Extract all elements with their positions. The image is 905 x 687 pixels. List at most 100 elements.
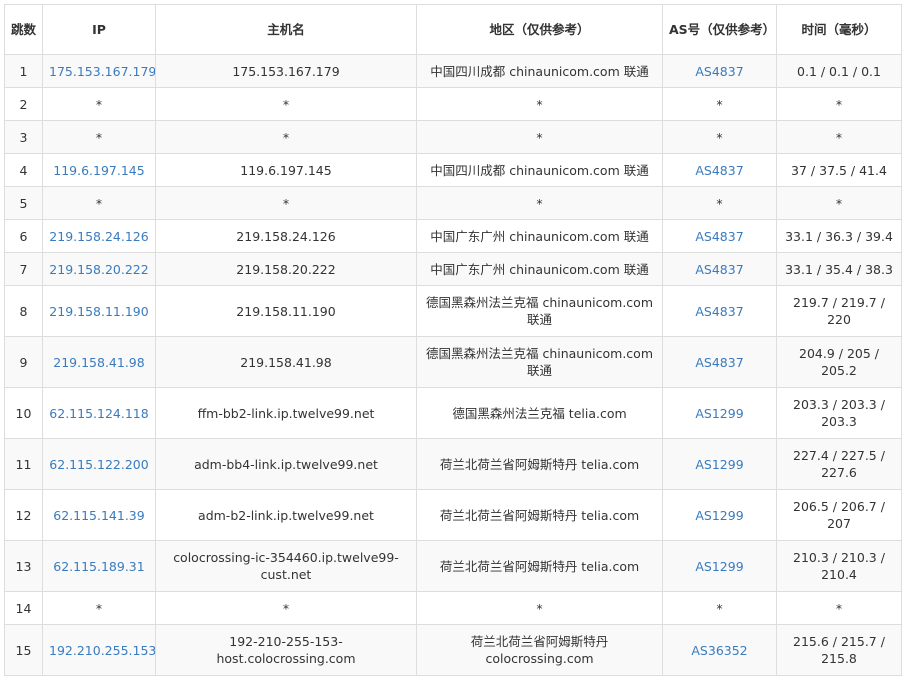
hostname-cell: * (155, 591, 417, 625)
header-time: 时间（毫秒） (776, 4, 902, 55)
region-cell: * (416, 120, 663, 154)
hostname-cell: adm-b2-link.ip.twelve99.net (155, 489, 417, 541)
as-cell: * (662, 87, 777, 121)
table-row: 12 62.115.141.39 adm-b2-link.ip.twelve99.n… (4, 489, 902, 541)
as-cell[interactable]: AS1299 (662, 489, 777, 541)
hop-cell: 9 (4, 336, 43, 388)
ip-cell[interactable]: 62.115.122.200 (42, 438, 156, 490)
hop-cell: 11 (4, 438, 43, 490)
hostname-cell: * (155, 186, 417, 220)
ip-cell[interactable]: 119.6.197.145 (42, 153, 156, 187)
hostname-cell: 219.158.24.126 (155, 219, 417, 253)
hostname-cell: 219.158.41.98 (155, 336, 417, 388)
ip-cell: * (42, 186, 156, 220)
table-row: 1 175.153.167.179 175.153.167.179 中国四川成都 ch… (4, 54, 902, 88)
region-cell: 荷兰北荷兰省阿姆斯特丹 telia.com (416, 540, 663, 592)
ip-cell[interactable]: 219.158.20.222 (42, 252, 156, 286)
header-as: AS号（仅供参考） (662, 4, 777, 55)
region-cell: 德国黑森州法兰克福 chinaunicom.com 联通 (416, 336, 663, 388)
hop-cell: 6 (4, 219, 43, 253)
time-cell: 227.4 / 227.5 / 227.6 (776, 438, 902, 490)
ip-cell: * (42, 87, 156, 121)
hostname-cell: 175.153.167.179 (155, 54, 417, 88)
hostname-cell: ffm-bb2-link.ip.twelve99.net (155, 387, 417, 439)
hop-cell: 15 (4, 624, 43, 676)
as-cell[interactable]: AS1299 (662, 540, 777, 592)
as-cell[interactable]: AS4837 (662, 54, 777, 88)
time-cell: * (776, 186, 902, 220)
region-cell: * (416, 186, 663, 220)
hostname-cell: adm-bb4-link.ip.twelve99.net (155, 438, 417, 490)
region-cell: 中国四川成都 chinaunicom.com 联通 (416, 153, 663, 187)
time-cell: 210.3 / 210.3 / 210.4 (776, 540, 902, 592)
table-row: 4 119.6.197.145 119.6.197.145 中国四川成都 chinau… (4, 153, 902, 187)
ip-cell[interactable]: 62.115.141.39 (42, 489, 156, 541)
hostname-cell: 192-210-255-153-host.colocrossing.com (155, 624, 417, 676)
region-cell: 荷兰北荷兰省阿姆斯特丹 telia.com (416, 438, 663, 490)
as-cell[interactable]: AS4837 (662, 252, 777, 286)
ip-cell[interactable]: 219.158.24.126 (42, 219, 156, 253)
hop-cell: 1 (4, 54, 43, 88)
time-cell: 203.3 / 203.3 / 203.3 (776, 387, 902, 439)
time-cell: 0.1 / 0.1 / 0.1 (776, 54, 902, 88)
region-cell: 荷兰北荷兰省阿姆斯特丹 colocrossing.com (416, 624, 663, 676)
table-row: 7 219.158.20.222 219.158.20.222 中国广东广州 chin… (4, 252, 902, 286)
ip-cell[interactable]: 62.115.189.31 (42, 540, 156, 592)
header-row: 跳数 IP 主机名 地区（仅供参考） AS号（仅供参考） 时间（毫秒） (4, 4, 902, 55)
table-body: 1 175.153.167.179 175.153.167.179 中国四川成都 ch… (4, 54, 902, 676)
as-cell[interactable]: AS1299 (662, 438, 777, 490)
hostname-cell: * (155, 87, 417, 121)
as-cell[interactable]: AS4837 (662, 336, 777, 388)
time-cell: 206.5 / 206.7 / 207 (776, 489, 902, 541)
time-cell: * (776, 120, 902, 154)
ip-cell: * (42, 591, 156, 625)
ip-cell[interactable]: 175.153.167.179 (42, 54, 156, 88)
time-cell: 204.9 / 205 / 205.2 (776, 336, 902, 388)
region-cell: 中国广东广州 chinaunicom.com 联通 (416, 219, 663, 253)
as-cell[interactable]: AS4837 (662, 219, 777, 253)
time-cell: * (776, 87, 902, 121)
as-cell[interactable]: AS36352 (662, 624, 777, 676)
table-row: 15 192.210.255.153 192-210-255-153-host.co… (4, 624, 902, 676)
region-cell: * (416, 87, 663, 121)
table-row: 2 * * * * * (4, 87, 902, 121)
table-row: 5 * * * * * (4, 186, 902, 220)
ip-cell[interactable]: 219.158.11.190 (42, 285, 156, 337)
hop-cell: 2 (4, 87, 43, 121)
hop-cell: 5 (4, 186, 43, 220)
ip-cell[interactable]: 62.115.124.118 (42, 387, 156, 439)
hop-cell: 14 (4, 591, 43, 625)
hostname-cell: colocrossing-ic-354460.ip.twelve99-cust.… (155, 540, 417, 592)
as-cell[interactable]: AS1299 (662, 387, 777, 439)
table-row: 9 219.158.41.98 219.158.41.98 德国黑森州法兰克福 chi… (4, 336, 902, 388)
time-cell: 215.6 / 215.7 / 215.8 (776, 624, 902, 676)
hop-cell: 3 (4, 120, 43, 154)
as-cell[interactable]: AS4837 (662, 153, 777, 187)
ip-cell[interactable]: 192.210.255.153 (42, 624, 156, 676)
time-cell: 37 / 37.5 / 41.4 (776, 153, 902, 187)
region-cell: 中国四川成都 chinaunicom.com 联通 (416, 54, 663, 88)
as-cell[interactable]: AS4837 (662, 285, 777, 337)
as-cell: * (662, 591, 777, 625)
hop-cell: 10 (4, 387, 43, 439)
hop-cell: 13 (4, 540, 43, 592)
ip-cell[interactable]: 219.158.41.98 (42, 336, 156, 388)
header-hop: 跳数 (4, 4, 43, 55)
ip-cell: * (42, 120, 156, 154)
hop-cell: 7 (4, 252, 43, 286)
table-row: 8 219.158.11.190 219.158.11.190 德国黑森州法兰克福 c… (4, 285, 902, 337)
table-header: 跳数 IP 主机名 地区（仅供参考） AS号（仅供参考） 时间（毫秒） (4, 4, 902, 55)
table-row: 13 62.115.189.31 colocrossing-ic-354460.ip… (4, 540, 902, 592)
table-row: 6 219.158.24.126 219.158.24.126 中国广东广州 chin… (4, 219, 902, 253)
table-row: 11 62.115.122.200 adm-bb4-link.ip.twelve99… (4, 438, 902, 490)
hostname-cell: 219.158.20.222 (155, 252, 417, 286)
hostname-cell: 219.158.11.190 (155, 285, 417, 337)
hostname-cell: 119.6.197.145 (155, 153, 417, 187)
traceroute-table: 跳数 IP 主机名 地区（仅供参考） AS号（仅供参考） 时间（毫秒） 1 175… (4, 4, 902, 676)
hostname-cell: * (155, 120, 417, 154)
header-host: 主机名 (155, 4, 417, 55)
hop-cell: 12 (4, 489, 43, 541)
as-cell: * (662, 120, 777, 154)
time-cell: * (776, 591, 902, 625)
as-cell: * (662, 186, 777, 220)
